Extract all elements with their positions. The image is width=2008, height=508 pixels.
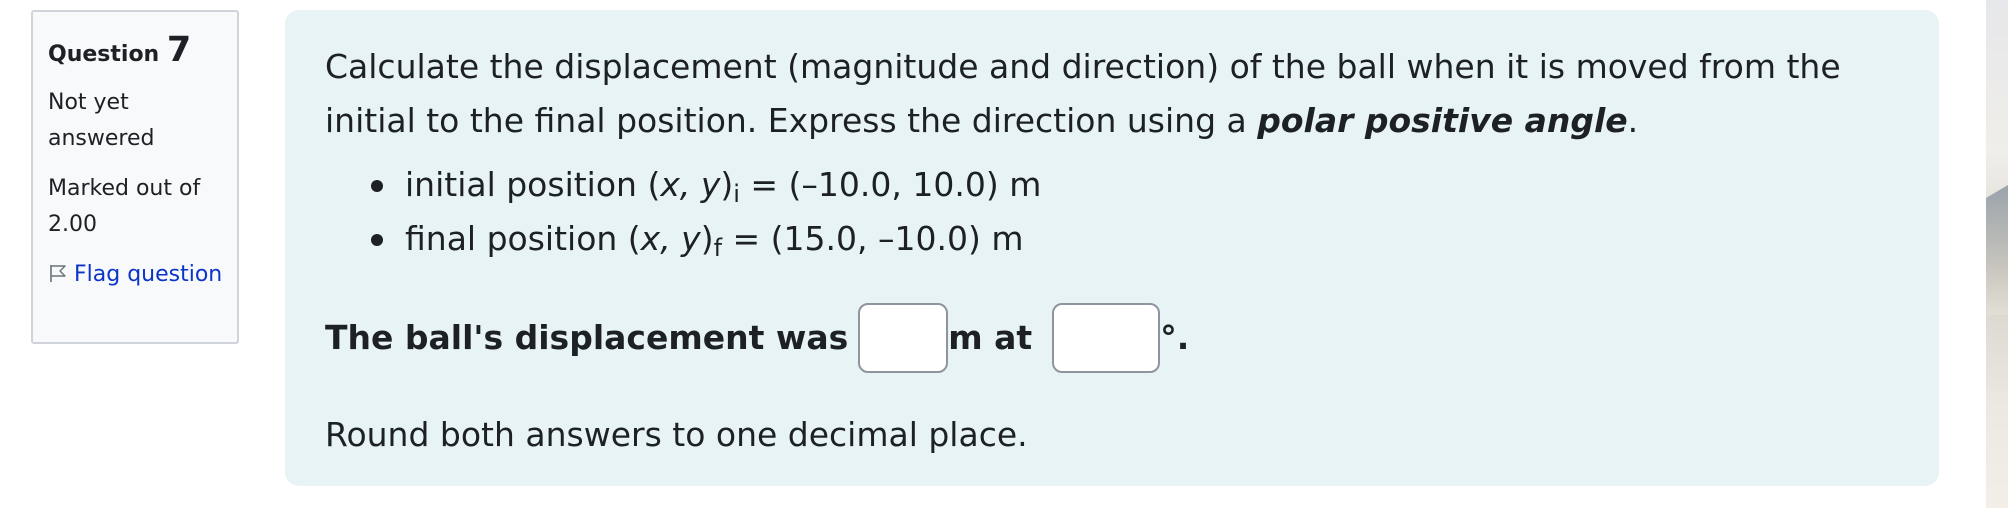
- magnitude-input[interactable]: [858, 303, 949, 373]
- initial-prefix: initial position (: [405, 165, 661, 204]
- final-vars: x, y: [640, 219, 701, 258]
- list-item-final-position: final position (x, y)f = (15.0, –10.0) m: [371, 212, 1899, 266]
- flag-label: Flag question: [74, 262, 223, 287]
- final-prefix: final position (: [405, 219, 641, 258]
- question-text: Calculate the displacement (magnitude an…: [325, 40, 1899, 148]
- list-item-initial-position: initial position (x, y)i = (–10.0, 10.0)…: [371, 158, 1899, 212]
- bullet: [371, 180, 383, 192]
- question-label: Question: [48, 42, 160, 67]
- question-grade: Marked out of 2.00: [48, 176, 201, 237]
- question-info-panel: Question 7 Not yet answered Marked out o…: [31, 10, 239, 344]
- flag-question-link[interactable]: Flag question: [48, 257, 223, 295]
- mountain-decoration: [1986, 185, 2008, 315]
- final-value: = (15.0, –10.0) m: [722, 219, 1024, 258]
- angle-input[interactable]: [1052, 303, 1161, 373]
- question-text-emphasis: polar positive angle: [1257, 101, 1628, 140]
- initial-value: = (–10.0, 10.0) m: [739, 165, 1042, 204]
- initial-subscript: i: [733, 180, 740, 208]
- round-note: Round both answers to one decimal place.: [325, 415, 1028, 454]
- position-list: initial position (x, y)i = (–10.0, 10.0)…: [325, 158, 1899, 266]
- answer-line: The ball's displacement was m at °.: [325, 302, 1899, 374]
- initial-close: ): [720, 165, 734, 204]
- question-content: Calculate the displacement (magnitude an…: [285, 10, 1939, 486]
- question-text-end: .: [1627, 101, 1639, 140]
- answer-prefix: The ball's displacement was: [325, 318, 849, 357]
- background-image-edge: [1986, 0, 2008, 508]
- final-subscript: f: [713, 234, 723, 262]
- question-state: Not yet answered: [48, 90, 155, 151]
- question-heading: Question 7: [48, 30, 223, 75]
- initial-vars: x, y: [660, 165, 721, 204]
- bullet: [371, 234, 383, 246]
- degree-symbol: °.: [1160, 318, 1190, 357]
- final-close: ): [700, 219, 714, 258]
- question-number: 7: [166, 30, 192, 70]
- unit-m-at: m at: [948, 318, 1033, 357]
- flag-icon: [48, 259, 68, 295]
